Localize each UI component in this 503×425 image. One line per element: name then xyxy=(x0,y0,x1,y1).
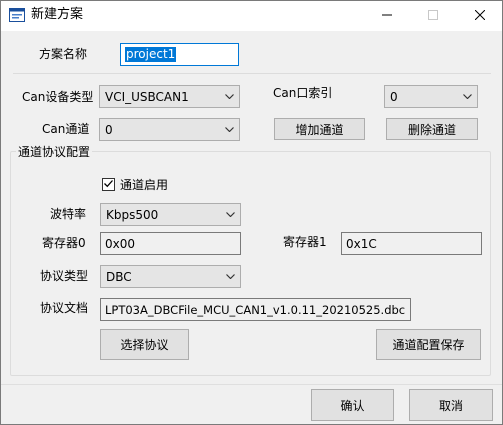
scheme-name-label: 方案名称 xyxy=(39,47,88,61)
can-channel-label: Can通道 xyxy=(42,122,90,136)
scheme-name-input[interactable]: project1 xyxy=(120,43,239,66)
register1-label: 寄存器1 xyxy=(283,235,327,249)
baud-rate-value: Kbps500 xyxy=(106,207,159,222)
ok-button[interactable]: 确认 xyxy=(311,389,394,421)
protocol-type-value: DBC xyxy=(106,269,132,284)
device-type-select[interactable]: VCI_USBCAN1 xyxy=(99,85,240,108)
window-form-icon xyxy=(9,8,25,22)
can-index-value: 0 xyxy=(390,89,398,104)
checkmark-icon xyxy=(103,178,114,192)
can-index-select[interactable]: 0 xyxy=(384,85,478,108)
channel-enable-checkbox[interactable] xyxy=(102,178,115,191)
title-bar[interactable]: 新建方案 xyxy=(0,0,503,31)
channel-protocol-group-title: 通道协议配置 xyxy=(16,145,93,159)
delete-channel-button[interactable]: 删除通道 xyxy=(386,118,478,140)
maximize-button[interactable] xyxy=(410,0,456,31)
register1-input[interactable]: 0x1C xyxy=(341,232,482,255)
save-channel-config-button[interactable]: 通道配置保存 xyxy=(376,329,481,360)
chevron-down-icon xyxy=(219,86,239,107)
select-protocol-button[interactable]: 选择协议 xyxy=(100,329,189,360)
protocol-type-select[interactable]: DBC xyxy=(100,265,241,288)
chevron-down-icon xyxy=(219,119,239,140)
maximize-icon xyxy=(428,9,438,23)
baud-rate-label: 波特率 xyxy=(50,207,87,221)
device-type-value: VCI_USBCAN1 xyxy=(105,89,189,104)
protocol-file-value: LPT03A_DBCFile_MCU_CAN1_v1.0.11_20210525… xyxy=(105,302,406,317)
can-channel-select[interactable]: 0 xyxy=(99,118,240,141)
section-divider xyxy=(13,73,491,74)
channel-enable-label[interactable]: 通道启用 xyxy=(120,177,168,193)
minimize-icon xyxy=(382,9,392,23)
register0-input[interactable]: 0x00 xyxy=(100,232,241,255)
cancel-button[interactable]: 取消 xyxy=(409,389,493,421)
window-title: 新建方案 xyxy=(31,7,84,22)
scheme-name-value: project1 xyxy=(125,47,177,62)
chevron-down-icon xyxy=(457,86,477,107)
register0-label: 寄存器0 xyxy=(42,236,86,250)
chevron-down-icon xyxy=(220,204,240,225)
add-channel-button[interactable]: 增加通道 xyxy=(274,118,365,140)
register0-value: 0x00 xyxy=(105,236,136,251)
close-button[interactable] xyxy=(457,0,503,31)
device-type-label: Can设备类型 xyxy=(22,90,94,104)
register1-value: 0x1C xyxy=(346,236,377,251)
can-channel-value: 0 xyxy=(105,122,113,137)
can-index-label: Can口索引 xyxy=(273,86,333,100)
new-scheme-dialog: 新建方案 方案名称 project1 Can设备类型 VCI_USBCAN1 C… xyxy=(0,0,503,425)
minimize-button[interactable] xyxy=(364,0,410,31)
close-icon xyxy=(474,9,486,23)
chevron-down-icon xyxy=(220,266,240,287)
baud-rate-select[interactable]: Kbps500 xyxy=(100,203,241,226)
protocol-file-input[interactable]: LPT03A_DBCFile_MCU_CAN1_v1.0.11_20210525… xyxy=(100,298,411,321)
protocol-type-label: 协议类型 xyxy=(40,269,89,283)
protocol-file-label: 协议文档 xyxy=(40,301,89,315)
